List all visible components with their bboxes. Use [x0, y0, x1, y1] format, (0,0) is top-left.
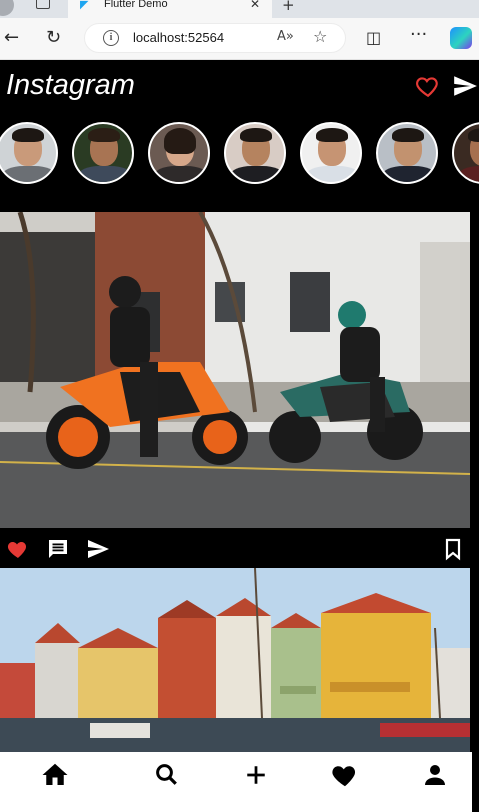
flutter-favicon-icon: ◤ [80, 0, 89, 11]
instagram-app: Instagram [0, 61, 479, 812]
post-actions [0, 531, 479, 567]
bottom-navigation-bar: Home [0, 752, 472, 812]
story-avatar[interactable] [148, 122, 210, 184]
activity-heart-icon[interactable] [330, 760, 360, 790]
comment-icon[interactable] [46, 537, 70, 561]
copilot-icon[interactable] [450, 27, 472, 49]
more-menu-icon[interactable]: ··· [410, 24, 427, 46]
app-title: Instagram [6, 69, 135, 101]
story-avatar[interactable] [72, 122, 134, 184]
motorcycle-photo [0, 212, 470, 528]
tab-close-icon[interactable]: ✕ [250, 0, 260, 11]
search-icon[interactable] [152, 760, 182, 790]
story-avatar[interactable] [0, 122, 58, 184]
profile-icon[interactable] [420, 760, 450, 790]
new-tab-icon[interactable]: + [282, 0, 295, 14]
browser-tab[interactable] [68, 0, 272, 18]
harbor-photo [0, 568, 470, 752]
post-image-harbor[interactable] [0, 568, 470, 752]
favorite-star-icon[interactable]: ☆ [313, 27, 327, 46]
story-avatar[interactable] [224, 122, 286, 184]
story-avatar[interactable] [376, 122, 438, 184]
browser-toolbar: ← ↻ i localhost:52564 A» ☆ ◫ ··· [0, 18, 479, 60]
read-aloud-icon[interactable]: A» [277, 29, 294, 44]
bookmark-icon[interactable] [441, 537, 465, 561]
story-avatar[interactable] [300, 122, 362, 184]
split-screen-icon[interactable]: ◫ [366, 27, 381, 49]
add-post-icon[interactable] [241, 760, 271, 790]
stories-row [0, 122, 479, 186]
url-text: localhost:52564 [133, 30, 225, 45]
share-send-icon[interactable] [86, 537, 110, 561]
address-bar[interactable]: i localhost:52564 A» ☆ [84, 23, 346, 53]
story-avatar[interactable] [452, 122, 479, 184]
refresh-icon[interactable]: ↻ [46, 27, 61, 49]
like-heart-icon[interactable] [6, 537, 30, 561]
post-image-motorcycles[interactable] [0, 212, 470, 528]
tab-title: Flutter Demo [104, 0, 168, 10]
profile-avatar[interactable] [0, 0, 14, 16]
heart-outline-icon[interactable] [414, 73, 442, 99]
site-info-icon[interactable]: i [103, 30, 119, 46]
home-label: Home [36, 784, 66, 796]
browser-tab-strip: ◤ Flutter Demo ✕ + [0, 0, 479, 18]
tab-actions-icon[interactable] [36, 0, 50, 9]
back-icon[interactable]: ← [4, 27, 19, 49]
send-icon[interactable] [451, 73, 479, 99]
scrollbar-track[interactable] [470, 212, 479, 812]
